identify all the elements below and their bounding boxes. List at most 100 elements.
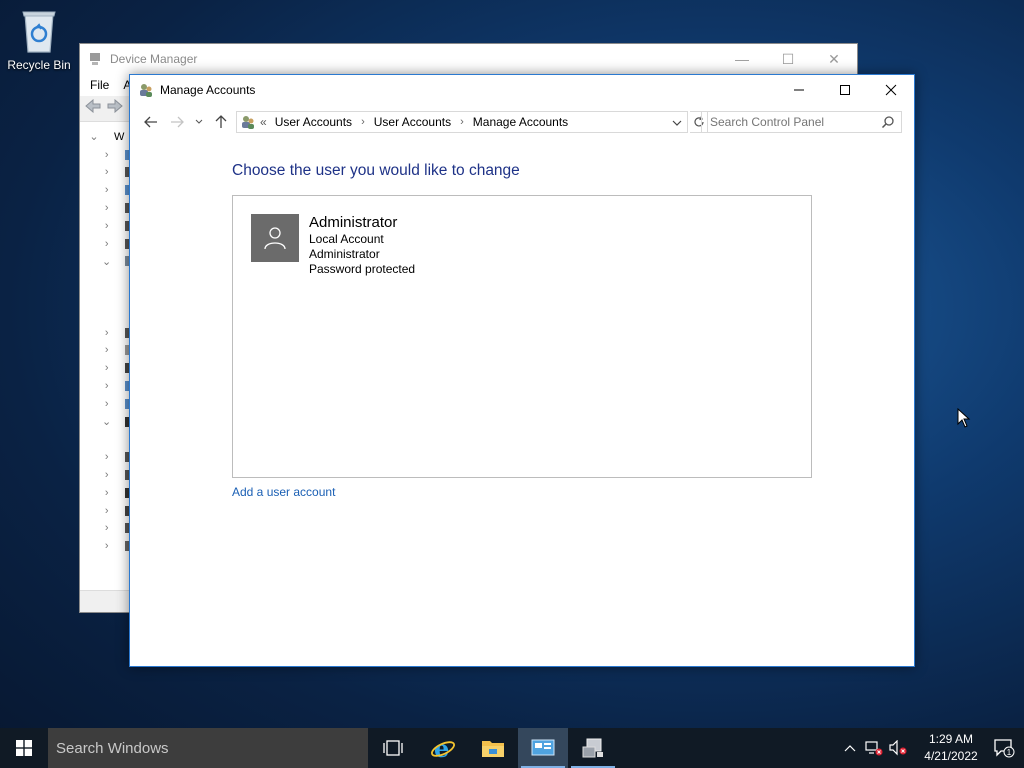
- dm-back-icon[interactable]: [84, 98, 102, 118]
- chevron-right-icon[interactable]: ›: [102, 202, 111, 214]
- search-input[interactable]: [710, 115, 880, 129]
- internet-explorer-icon: e: [431, 736, 455, 760]
- breadcrumb-separator-icon[interactable]: ›: [460, 116, 464, 128]
- chevron-down-icon[interactable]: ⌄: [102, 415, 111, 428]
- dm-close-button[interactable]: ✕: [811, 44, 857, 74]
- chevron-right-icon[interactable]: ›: [102, 327, 111, 339]
- action-center-button[interactable]: 1: [984, 728, 1024, 768]
- manage-accounts-window[interactable]: Manage Accounts « User Accounts › User A…: [129, 74, 915, 667]
- taskbar-search-placeholder: Search Windows: [56, 739, 169, 757]
- tree-row[interactable]: ›: [86, 217, 130, 235]
- control-panel-users-icon: [240, 114, 256, 130]
- tree-row[interactable]: ›: [86, 377, 130, 395]
- tree-row[interactable]: ›: [86, 342, 130, 360]
- show-hidden-icons-button[interactable]: [838, 728, 862, 768]
- breadcrumb-overflow[interactable]: «: [260, 115, 267, 129]
- chevron-right-icon[interactable]: ›: [102, 398, 111, 410]
- close-icon: [885, 84, 897, 96]
- chevron-down-icon: [195, 119, 203, 124]
- accounts-list: Administrator Local Account Administrato…: [232, 195, 812, 478]
- recent-locations-button[interactable]: [192, 111, 206, 133]
- recycle-bin-desktop-icon[interactable]: Recycle Bin: [6, 8, 72, 72]
- forward-button[interactable]: [166, 111, 188, 133]
- chevron-right-icon[interactable]: ›: [102, 220, 111, 232]
- address-dropdown-button[interactable]: [669, 115, 685, 131]
- dm-maximize-button[interactable]: ☐: [765, 44, 811, 74]
- dm-forward-icon[interactable]: [106, 98, 124, 118]
- tree-row[interactable]: ›: [86, 164, 130, 182]
- start-button[interactable]: [0, 728, 48, 768]
- task-view-icon: [383, 740, 403, 756]
- task-view-button[interactable]: [368, 728, 418, 768]
- page-title: Choose the user you would like to change: [232, 162, 520, 179]
- account-group: Administrator: [309, 247, 380, 261]
- arrow-up-icon: [215, 115, 227, 128]
- account-status: Password protected: [309, 262, 416, 276]
- tree-row[interactable]: ›: [86, 199, 130, 217]
- chevron-right-icon[interactable]: ›: [102, 184, 111, 196]
- maximize-button[interactable]: [822, 75, 868, 105]
- tree-row[interactable]: ›: [86, 359, 130, 377]
- chevron-down-icon[interactable]: ⌄: [102, 255, 111, 268]
- tree-row[interactable]: ›: [86, 395, 130, 413]
- network-status-button[interactable]: [862, 728, 886, 768]
- chevron-down-icon[interactable]: ⌄: [86, 130, 102, 143]
- chevron-right-icon[interactable]: ›: [102, 522, 111, 534]
- up-button[interactable]: [210, 111, 232, 133]
- device-manager-icon: [88, 52, 102, 66]
- tree-row-root[interactable]: ⌄ W: [86, 128, 130, 146]
- chevron-right-icon[interactable]: ›: [102, 505, 111, 517]
- system-tray: 1:29 AM 4/21/2022 1: [838, 728, 1024, 768]
- dm-menu-file[interactable]: File: [90, 78, 109, 92]
- tree-row[interactable]: ›: [86, 324, 130, 342]
- breadcrumb-user-accounts-1[interactable]: User Accounts: [275, 115, 352, 129]
- chevron-right-icon[interactable]: ›: [102, 469, 111, 481]
- chevron-right-icon[interactable]: ›: [102, 166, 111, 178]
- search-box[interactable]: [701, 111, 902, 133]
- taskbar-internet-explorer[interactable]: e: [418, 728, 468, 768]
- avatar: [251, 214, 299, 262]
- breadcrumb-user-accounts-2[interactable]: User Accounts: [374, 115, 451, 129]
- tree-row[interactable]: ›: [86, 146, 130, 164]
- volume-button[interactable]: [886, 728, 910, 768]
- breadcrumb-separator-icon[interactable]: ›: [361, 116, 365, 128]
- tree-row[interactable]: ›: [86, 235, 130, 253]
- add-user-account-link[interactable]: Add a user account: [232, 485, 335, 499]
- tree-row[interactable]: ›: [86, 484, 130, 502]
- clock-time: 1:29 AM: [928, 732, 974, 746]
- tree-row[interactable]: ›: [86, 502, 130, 520]
- clock[interactable]: 1:29 AM 4/21/2022: [918, 731, 984, 765]
- recycle-bin-label: Recycle Bin: [7, 58, 71, 72]
- tree-row[interactable]: ⌄: [86, 413, 130, 431]
- dm-device-tree: ⌄ W › › › › › › ⌄ › › › › › ⌄ › › › › › ›: [86, 128, 130, 555]
- chevron-right-icon[interactable]: ›: [102, 238, 111, 250]
- tree-row[interactable]: ›: [86, 537, 130, 555]
- chevron-right-icon[interactable]: ›: [102, 362, 111, 374]
- chevron-right-icon[interactable]: ›: [102, 380, 111, 392]
- minimize-button[interactable]: [776, 75, 822, 105]
- taskbar-device-manager[interactable]: [568, 728, 618, 768]
- chevron-right-icon[interactable]: ›: [102, 540, 111, 552]
- tree-row[interactable]: ›: [86, 181, 130, 199]
- chevron-right-icon[interactable]: ›: [102, 487, 111, 499]
- maximize-icon: [840, 85, 850, 95]
- search-icon[interactable]: [881, 115, 895, 132]
- taskbar-search-box[interactable]: Search Windows: [48, 728, 368, 768]
- back-button[interactable]: [140, 111, 162, 133]
- tree-row[interactable]: ›: [86, 520, 130, 538]
- chevron-right-icon[interactable]: ›: [102, 149, 111, 161]
- breadcrumb-manage-accounts[interactable]: Manage Accounts: [473, 115, 568, 129]
- tree-row[interactable]: ›: [86, 448, 130, 466]
- minimize-icon: [794, 89, 804, 91]
- chevron-right-icon[interactable]: ›: [102, 451, 111, 463]
- tree-row[interactable]: ⌄: [86, 253, 130, 271]
- close-button[interactable]: [868, 75, 914, 105]
- chevron-right-icon[interactable]: ›: [102, 344, 111, 356]
- taskbar-file-explorer[interactable]: [468, 728, 518, 768]
- taskbar-control-panel[interactable]: [518, 728, 568, 768]
- dm-minimize-button[interactable]: —: [719, 44, 765, 74]
- account-item-administrator[interactable]: Administrator Local Account Administrato…: [251, 214, 415, 277]
- recycle-bin-icon: [19, 8, 59, 54]
- address-bar[interactable]: « User Accounts › User Accounts › Manage…: [236, 111, 688, 133]
- tree-row[interactable]: ›: [86, 466, 130, 484]
